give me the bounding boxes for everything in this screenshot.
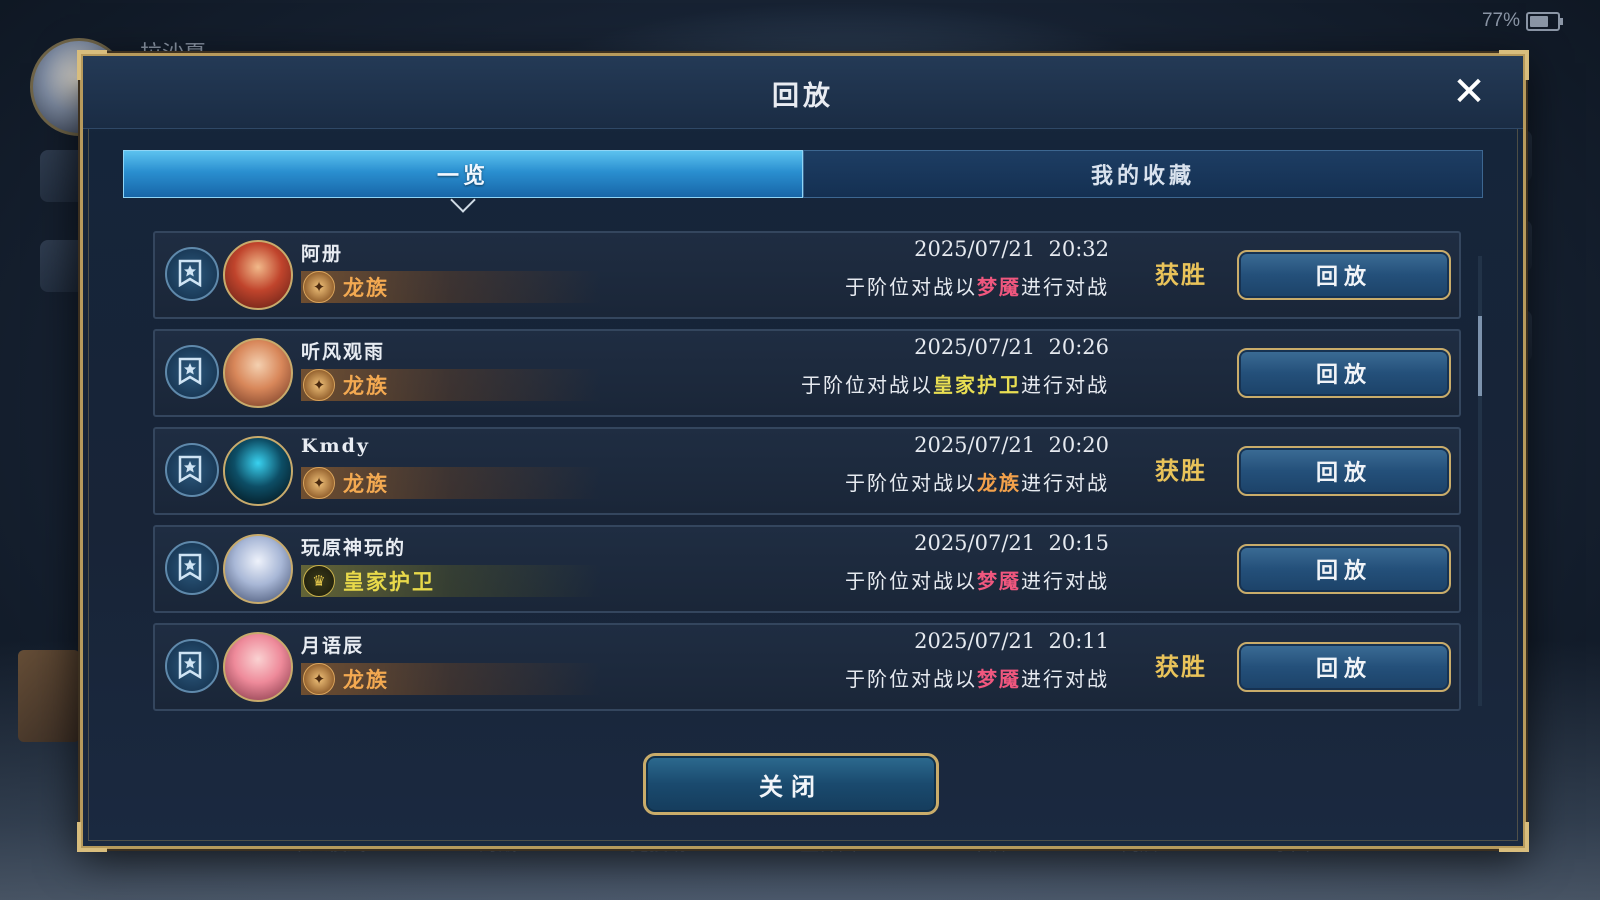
match-result: 获胜 [1155, 260, 1207, 289]
favorite-button[interactable] [165, 247, 219, 301]
faction-badge: ✦ 龙族 [301, 369, 601, 401]
star-bookmark-icon [178, 357, 202, 385]
replay-list[interactable]: 阿册 ✦ 龙族 2025/07/21 20:32 于阶位对战以 梦魇 进行对战 … [153, 231, 1461, 716]
favorite-button[interactable] [165, 639, 219, 693]
opponent-deck: 梦魇 [977, 667, 1021, 691]
description-suffix: 进行对战 [1021, 471, 1109, 495]
star-bookmark-icon [178, 455, 202, 483]
faction-badge: ✦ 龙族 [301, 271, 601, 303]
match-timestamp: 2025/07/21 20:20 [914, 433, 1109, 457]
corner-ornament [77, 822, 107, 852]
match-description: 于阶位对战以 梦魇 进行对战 [845, 271, 1109, 300]
player-name: 听风观雨 [301, 341, 386, 363]
faction-label: 龙族 [343, 275, 389, 300]
description-suffix: 进行对战 [1021, 667, 1109, 691]
player-name: Kmdy [301, 435, 370, 457]
tab-bar: 一览 我的收藏 [123, 150, 1483, 213]
replay-dialog: 回放 ✕ 一览 我的收藏 阿册 ✦ 龙族 2025/07/21 20:32 于阶… [77, 50, 1529, 852]
tab-label: 我的收藏 [1090, 163, 1195, 189]
dialog-title: 回放 [772, 81, 834, 112]
background-left-arrow [18, 650, 80, 742]
favorite-button[interactable] [165, 541, 219, 595]
description-prefix: 于阶位对战以 [845, 275, 977, 299]
faction-label: 龙族 [343, 667, 389, 692]
scrollbar-thumb[interactable] [1478, 316, 1482, 396]
opponent-deck: 皇家护卫 [933, 373, 1021, 397]
description-prefix: 于阶位对战以 [845, 569, 977, 593]
match-result: 获胜 [1155, 456, 1207, 485]
description-suffix: 进行对战 [1021, 569, 1109, 593]
player-avatar [223, 240, 293, 310]
match-timestamp: 2025/07/21 20:26 [914, 335, 1109, 359]
faction-label: 龙族 [343, 373, 389, 398]
replay-button[interactable]: 回放 [1237, 250, 1451, 300]
match-description: 于阶位对战以 皇家护卫 进行对战 [801, 369, 1109, 398]
description-prefix: 于阶位对战以 [845, 667, 977, 691]
dragon-icon: ✦ [303, 467, 335, 499]
faction-label: 龙族 [343, 471, 389, 496]
player-name: 阿册 [301, 243, 344, 265]
player-avatar [223, 632, 293, 702]
match-description: 于阶位对战以 梦魇 进行对战 [845, 663, 1109, 692]
match-description: 于阶位对战以 龙族 进行对战 [845, 467, 1109, 496]
tab-overview[interactable]: 一览 [123, 150, 803, 213]
match-description: 于阶位对战以 梦魇 进行对战 [845, 565, 1109, 594]
match-timestamp: 2025/07/21 20:11 [914, 629, 1109, 653]
favorite-button[interactable] [165, 443, 219, 497]
dragon-icon: ✦ [303, 271, 335, 303]
player-name: 月语辰 [301, 635, 365, 657]
opponent-deck: 龙族 [977, 471, 1021, 495]
crown-icon: ♛ [303, 565, 335, 597]
match-result: 获胜 [1155, 652, 1207, 681]
star-bookmark-icon [178, 259, 202, 287]
battery-percent: 77% [1481, 10, 1520, 31]
replay-row: 听风观雨 ✦ 龙族 2025/07/21 20:26 于阶位对战以 皇家护卫 进… [153, 329, 1461, 417]
description-prefix: 于阶位对战以 [845, 471, 977, 495]
faction-label: 皇家护卫 [343, 569, 435, 594]
replay-button[interactable]: 回放 [1237, 446, 1451, 496]
player-name: 玩原神玩的 [301, 537, 407, 559]
battery-status: 77% [1481, 10, 1563, 32]
tab-my-favorites[interactable]: 我的收藏 [803, 150, 1483, 198]
player-avatar [223, 534, 293, 604]
corner-ornament [1499, 822, 1529, 852]
faction-badge: ✦ 龙族 [301, 663, 601, 695]
replay-button[interactable]: 回放 [1237, 348, 1451, 398]
description-prefix: 于阶位对战以 [801, 373, 933, 397]
dragon-icon: ✦ [303, 369, 335, 401]
description-suffix: 进行对战 [1021, 275, 1109, 299]
replay-row: 月语辰 ✦ 龙族 2025/07/21 20:11 于阶位对战以 梦魇 进行对战… [153, 623, 1461, 711]
faction-badge: ♛ 皇家护卫 [301, 565, 601, 597]
favorite-button[interactable] [165, 345, 219, 399]
list-scrollbar[interactable] [1478, 256, 1482, 706]
description-suffix: 进行对战 [1021, 373, 1109, 397]
match-timestamp: 2025/07/21 20:15 [914, 531, 1109, 555]
close-button[interactable]: 关闭 [643, 753, 939, 815]
battery-icon [1526, 11, 1563, 31]
player-avatar [223, 436, 293, 506]
replay-button[interactable]: 回放 [1237, 642, 1451, 692]
opponent-deck: 梦魇 [977, 275, 1021, 299]
tab-pointer-icon [450, 187, 476, 213]
replay-button[interactable]: 回放 [1237, 544, 1451, 594]
match-timestamp: 2025/07/21 20:32 [914, 237, 1109, 261]
replay-row: 玩原神玩的 ♛ 皇家护卫 2025/07/21 20:15 于阶位对战以 梦魇 … [153, 525, 1461, 613]
replay-row: Kmdy ✦ 龙族 2025/07/21 20:20 于阶位对战以 龙族 进行对… [153, 427, 1461, 515]
star-bookmark-icon [178, 553, 202, 581]
dialog-header: 回放 ✕ [83, 56, 1523, 129]
tab-label: 一览 [436, 163, 489, 189]
opponent-deck: 梦魇 [977, 569, 1021, 593]
dragon-icon: ✦ [303, 663, 335, 695]
player-avatar [223, 338, 293, 408]
close-icon[interactable]: ✕ [1447, 70, 1491, 114]
faction-badge: ✦ 龙族 [301, 467, 601, 499]
star-bookmark-icon [178, 651, 202, 679]
replay-row: 阿册 ✦ 龙族 2025/07/21 20:32 于阶位对战以 梦魇 进行对战 … [153, 231, 1461, 319]
